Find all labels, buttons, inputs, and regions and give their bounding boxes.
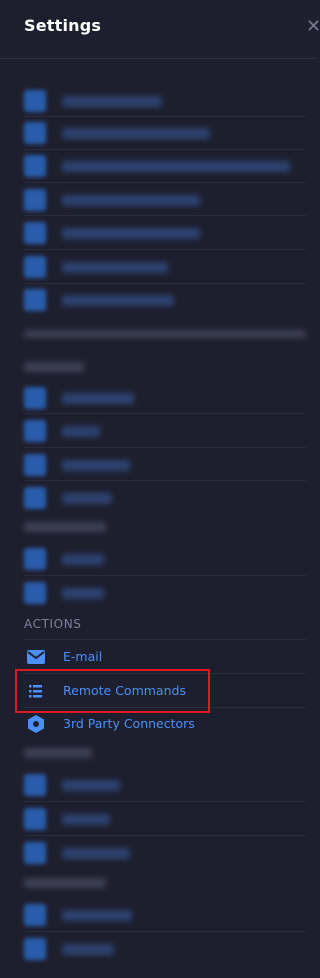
blurred-icon: [24, 904, 46, 926]
blurred-menu-item[interactable]: [0, 450, 317, 480]
blurred-icon: [24, 454, 46, 476]
blurred-label: [62, 393, 134, 404]
blurred-icon: [24, 222, 46, 244]
row-divider: [24, 639, 306, 640]
blurred-label: [62, 944, 114, 955]
blurred-section-label: [24, 878, 106, 888]
blurred-section-label: [24, 362, 84, 372]
row-divider: [24, 480, 306, 481]
row-divider: [24, 835, 306, 836]
blurred-label: [62, 426, 100, 437]
blurred-menu-item[interactable]: [0, 285, 317, 315]
blurred-label: [62, 161, 290, 172]
blurred-label: [62, 780, 120, 791]
blurred-menu-item[interactable]: [0, 544, 317, 574]
blurred-icon: [24, 808, 46, 830]
blurred-icon: [24, 256, 46, 278]
row-divider: [24, 116, 306, 117]
blurred-menu-item[interactable]: [0, 218, 317, 248]
row-divider: [24, 575, 306, 576]
blurred-icon: [24, 155, 46, 177]
section-label-actions: ACTIONS: [24, 617, 82, 631]
blurred-label: [62, 195, 200, 206]
blurred-menu-item[interactable]: [0, 900, 317, 930]
header-divider: [0, 58, 317, 59]
blurred-label: [62, 588, 104, 599]
blurred-menu-item[interactable]: [0, 804, 317, 834]
row-divider: [24, 149, 306, 150]
row-divider: [24, 283, 306, 284]
blurred-menu-item[interactable]: [0, 86, 317, 116]
row-divider: [24, 447, 306, 448]
blurred-menu-item[interactable]: [0, 252, 317, 282]
blurred-icon: [24, 842, 46, 864]
blurred-icon: [24, 938, 46, 960]
row-divider: [24, 413, 306, 414]
blurred-menu-item[interactable]: [0, 838, 317, 868]
blurred-menu-item[interactable]: [0, 118, 317, 148]
blurred-label: [62, 848, 130, 859]
blurred-icon: [24, 774, 46, 796]
panel-header: Settings ✕: [0, 0, 320, 56]
blurred-label: [62, 814, 110, 825]
blurred-separator: [24, 330, 306, 338]
blurred-section-label: [24, 522, 106, 532]
row-divider: [24, 215, 306, 216]
row-divider: [24, 182, 306, 183]
blurred-menu-item[interactable]: [0, 483, 317, 513]
close-icon[interactable]: ✕: [306, 16, 320, 37]
blurred-label: [62, 493, 112, 504]
blurred-menu-item[interactable]: [0, 151, 317, 181]
blurred-icon: [24, 189, 46, 211]
blurred-icon: [24, 420, 46, 442]
blurred-menu-item[interactable]: [0, 416, 317, 446]
blurred-menu-item[interactable]: [0, 770, 317, 800]
blurred-icon: [24, 90, 46, 112]
blurred-icon: [24, 387, 46, 409]
menu-item-label: 3rd Party Connectors: [63, 716, 195, 731]
blurred-menu-item[interactable]: [0, 578, 317, 608]
menu-item-label: E-mail: [63, 649, 103, 664]
row-divider: [24, 249, 306, 250]
blurred-label: [62, 554, 104, 565]
blurred-label: [62, 128, 210, 139]
blurred-label: [62, 460, 130, 471]
blurred-icon: [24, 582, 46, 604]
blurred-label: [62, 228, 200, 239]
row-divider: [24, 931, 306, 932]
blurred-menu-item[interactable]: [0, 934, 317, 964]
blurred-label: [62, 96, 162, 107]
blurred-label: [62, 910, 132, 921]
blurred-label: [62, 295, 174, 306]
blurred-icon: [24, 548, 46, 570]
highlight-box: [15, 669, 210, 713]
row-divider: [24, 801, 306, 802]
blurred-icon: [24, 289, 46, 311]
blurred-menu-item[interactable]: [0, 185, 317, 215]
envelope-icon: [26, 648, 46, 666]
panel-title: Settings: [24, 16, 102, 35]
menu-item-email[interactable]: E-mail: [0, 642, 317, 672]
blurred-section-label: [24, 748, 92, 758]
hexagon-icon: [26, 715, 46, 733]
menu-item-3rd-party-connectors[interactable]: 3rd Party Connectors: [0, 709, 317, 739]
blurred-icon: [24, 122, 46, 144]
blurred-label: [62, 262, 168, 273]
blurred-menu-item[interactable]: [0, 383, 317, 413]
blurred-icon: [24, 487, 46, 509]
